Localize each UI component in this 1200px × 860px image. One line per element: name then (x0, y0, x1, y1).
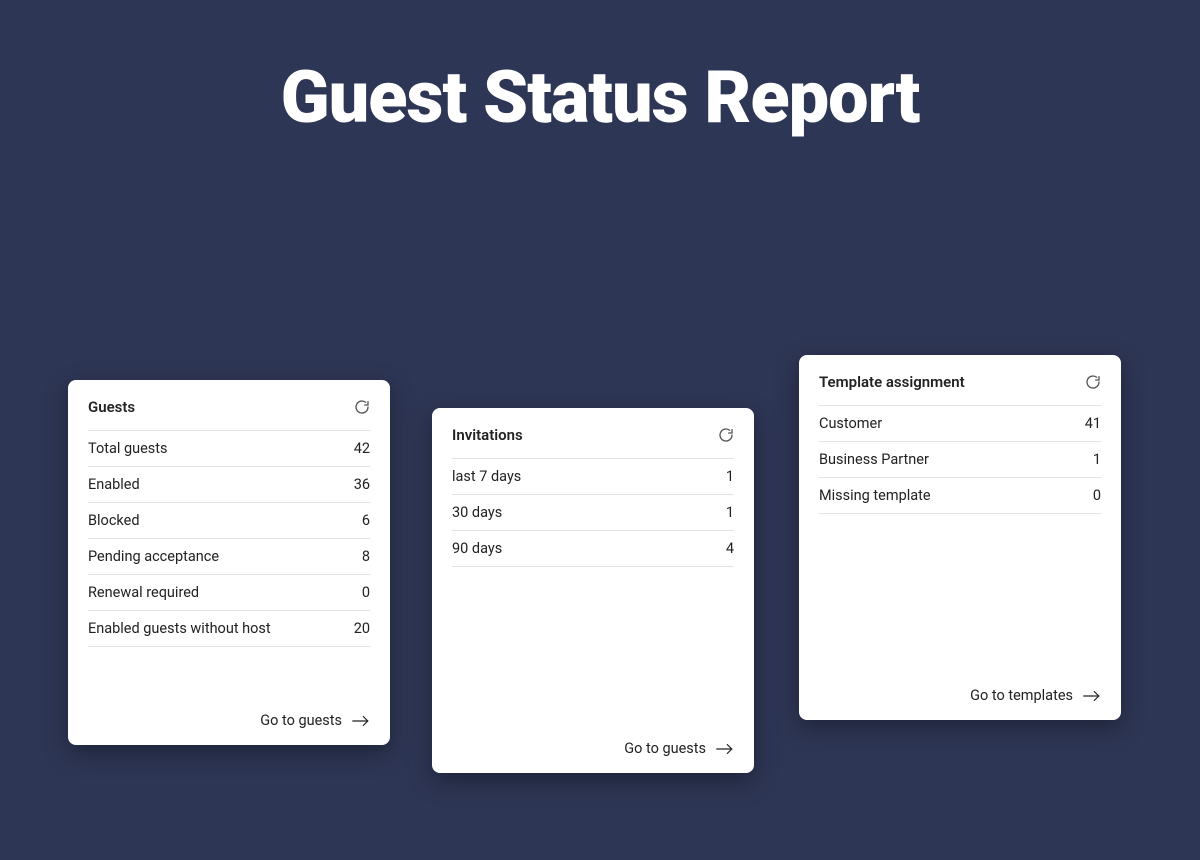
table-row: Business Partner 1 (819, 442, 1101, 478)
go-link-label: Go to guests (624, 740, 706, 757)
row-value: 36 (354, 476, 370, 493)
row-label: 30 days (452, 504, 502, 521)
row-value: 42 (354, 440, 370, 457)
row-value: 8 (362, 548, 370, 565)
invitations-card: Invitations last 7 days 1 30 days 1 90 d… (432, 408, 754, 773)
go-to-templates-link[interactable]: Go to templates (819, 679, 1101, 704)
templates-card: Template assignment Customer 41 Business… (799, 355, 1121, 720)
row-label: Enabled guests without host (88, 620, 271, 637)
table-row: Pending acceptance 8 (88, 539, 370, 575)
page-title: Guest Status Report (0, 0, 1200, 140)
go-to-guests-link[interactable]: Go to guests (88, 704, 370, 729)
go-link-label: Go to guests (260, 712, 342, 729)
row-value: 20 (354, 620, 370, 637)
row-label: Total guests (88, 440, 168, 457)
table-row: 30 days 1 (452, 495, 734, 531)
row-label: 90 days (452, 540, 502, 557)
table-row: Blocked 6 (88, 503, 370, 539)
refresh-icon[interactable] (1085, 374, 1101, 390)
row-value: 4 (726, 540, 734, 557)
table-row: Total guests 42 (88, 431, 370, 467)
row-value: 6 (362, 512, 370, 529)
row-label: Enabled (88, 476, 140, 493)
table-row: Customer 41 (819, 406, 1101, 442)
table-row: Missing template 0 (819, 478, 1101, 514)
refresh-icon[interactable] (718, 427, 734, 443)
row-value: 0 (362, 584, 370, 601)
table-row: Enabled guests without host 20 (88, 611, 370, 647)
table-row: last 7 days 1 (452, 459, 734, 495)
row-label: Customer (819, 415, 882, 432)
row-label: Renewal required (88, 584, 199, 601)
row-label: Missing template (819, 487, 931, 504)
arrow-right-icon (352, 714, 370, 728)
table-row: Enabled 36 (88, 467, 370, 503)
row-label: last 7 days (452, 468, 521, 485)
arrow-right-icon (1083, 689, 1101, 703)
table-row: Renewal required 0 (88, 575, 370, 611)
guests-card-title: Guests (88, 398, 135, 416)
templates-card-title: Template assignment (819, 373, 965, 391)
row-value: 1 (1093, 451, 1101, 468)
row-label: Pending acceptance (88, 548, 219, 565)
row-value: 0 (1093, 487, 1101, 504)
go-to-guests-link[interactable]: Go to guests (452, 732, 734, 757)
row-value: 1 (726, 504, 734, 521)
invitations-card-title: Invitations (452, 426, 523, 444)
table-row: 90 days 4 (452, 531, 734, 567)
go-link-label: Go to templates (970, 687, 1073, 704)
row-label: Blocked (88, 512, 140, 529)
row-value: 41 (1085, 415, 1101, 432)
row-value: 1 (726, 468, 734, 485)
guests-card: Guests Total guests 42 Enabled 36 Blocke… (68, 380, 390, 745)
refresh-icon[interactable] (354, 399, 370, 415)
arrow-right-icon (716, 742, 734, 756)
row-label: Business Partner (819, 451, 929, 468)
